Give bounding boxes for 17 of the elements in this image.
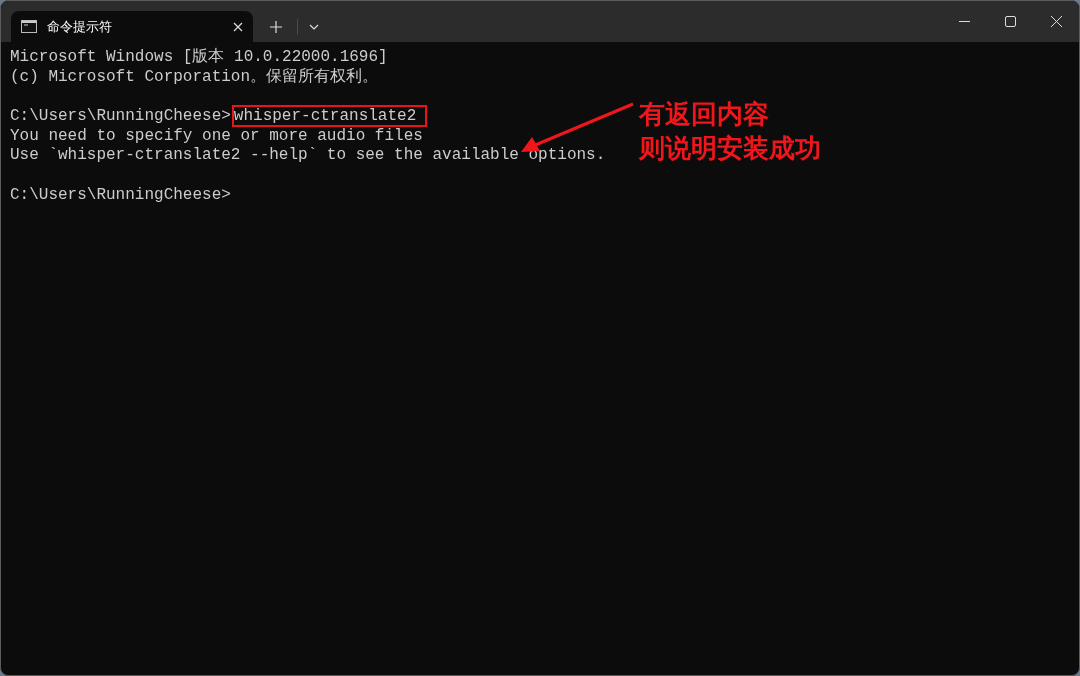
output-text: Use `whisper-ctranslate2 --help` to see the available options. (10, 146, 606, 165)
chevron-down-icon (309, 23, 319, 30)
plus-icon (270, 20, 282, 33)
terminal-icon (21, 20, 37, 33)
output-text: Microsoft Windows [版本 10.0.22000.1696] (10, 48, 388, 66)
annotation-text: 有返回内容 (639, 98, 770, 131)
close-icon[interactable] (233, 21, 243, 32)
highlighted-command: whisper-ctranslate2 (233, 107, 426, 126)
terminal-tab[interactable]: 命令提示符 (11, 11, 253, 42)
output-text: (c) Microsoft Corporation。保留所有权利。 (10, 67, 379, 86)
close-icon (1050, 16, 1062, 27)
minimize-icon (958, 21, 970, 22)
annotation-text: 则说明安装成功 (639, 132, 821, 165)
prompt-text: C:\Users\RunningCheese> (10, 185, 231, 204)
prompt-text: C:\Users\RunningCheese> (10, 107, 231, 126)
output-text: You need to specify one or more audio files (10, 126, 423, 145)
maximize-icon (1004, 16, 1016, 27)
